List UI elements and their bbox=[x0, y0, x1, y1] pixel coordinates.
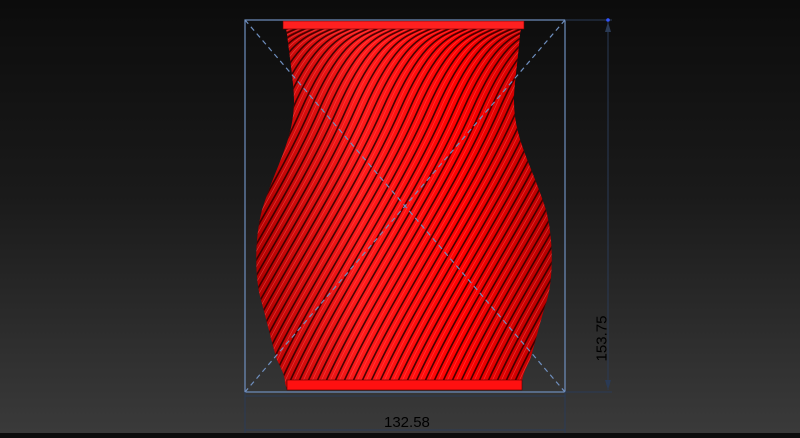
height-dimension-value[interactable]: 153.75 bbox=[594, 309, 611, 369]
3d-viewport[interactable]: 132.58 153.75 bbox=[0, 0, 800, 433]
vase-model[interactable] bbox=[0, 20, 800, 391]
width-dimension-value[interactable]: 132.58 bbox=[384, 414, 444, 431]
